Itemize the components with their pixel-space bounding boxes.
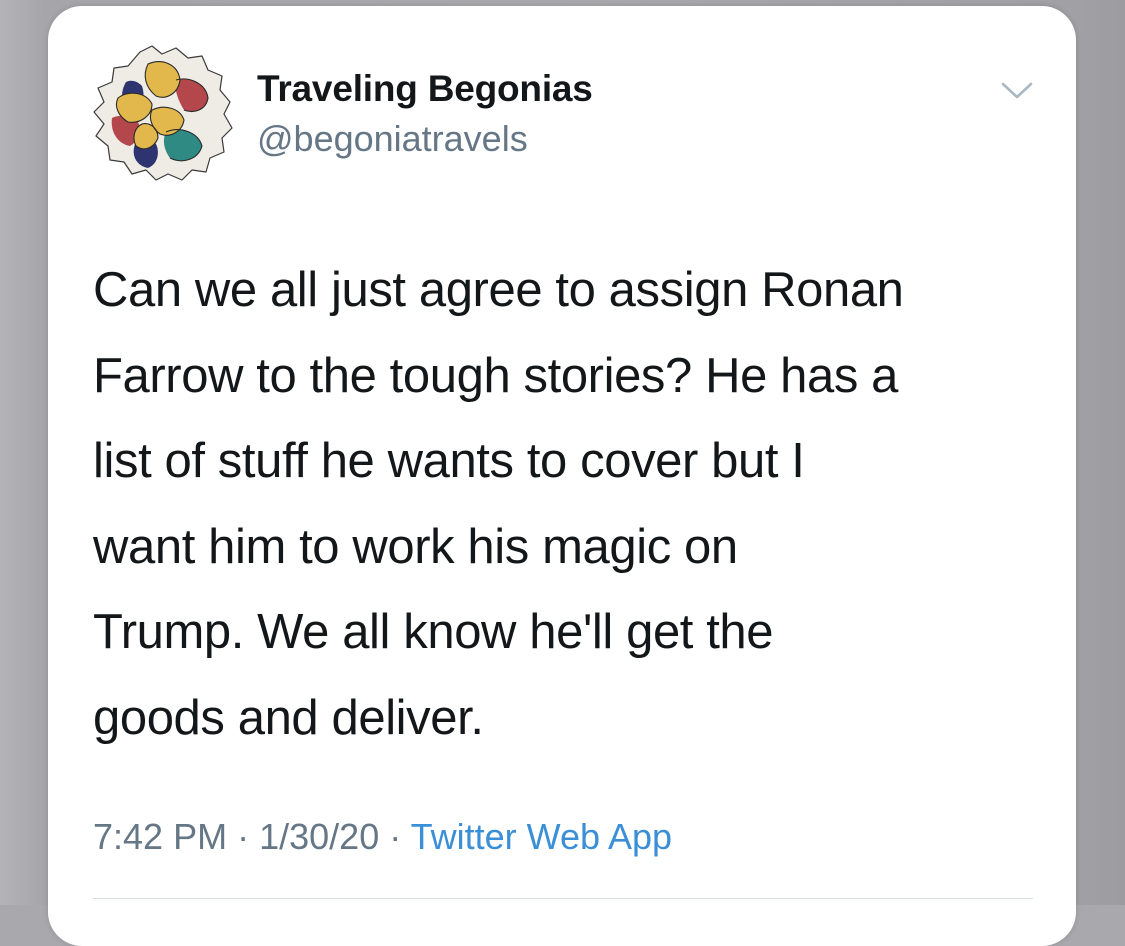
tweet-text: Can we all just agree to assign Ronan Fa… xyxy=(93,248,1053,761)
tweet-date[interactable]: 1/30/20 xyxy=(259,816,379,857)
tweet-text-line: goods and deliver. xyxy=(93,690,484,745)
author-handle[interactable]: @begoniatravels xyxy=(257,118,528,160)
meta-separator: · xyxy=(389,816,402,857)
avatar[interactable] xyxy=(90,40,236,186)
author-display-name[interactable]: Traveling Begonias xyxy=(257,68,593,110)
tweet-text-line: Trump. We all know he'll get the xyxy=(93,605,774,659)
tweet-menu-button[interactable] xyxy=(1000,78,1034,104)
tweet-text-line: Farrow to the tough stories? He has a xyxy=(93,348,899,403)
divider xyxy=(93,898,1033,899)
tweet-time[interactable]: 7:42 PM xyxy=(93,816,227,857)
tweet-source-link[interactable]: Twitter Web App xyxy=(411,816,672,857)
meta-separator: · xyxy=(237,816,250,857)
begonia-flower-logo-icon xyxy=(93,45,233,181)
tweet-text-line: Can we all just agree to assign Ronan xyxy=(93,263,904,317)
tweet-text-line: list of stuff he wants to cover but I xyxy=(93,434,805,488)
tweet-metadata: 7:42 PM · 1/30/20 · Twitter Web App xyxy=(93,816,672,858)
tweet-text-line: want him to work his magic on xyxy=(93,519,738,574)
tweet-card: Traveling Begonias @begoniatravels Can w… xyxy=(48,6,1076,946)
chevron-down-icon xyxy=(1001,82,1033,99)
